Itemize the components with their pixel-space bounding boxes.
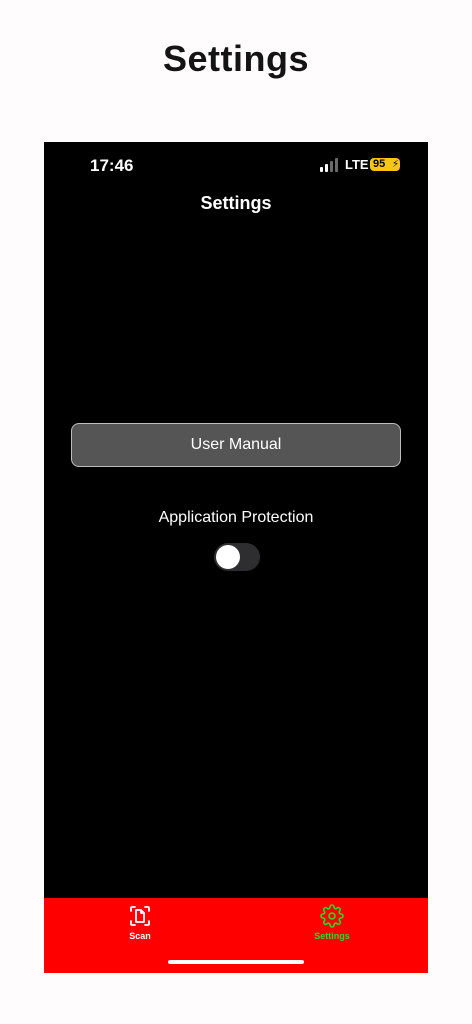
application-protection-toggle[interactable] <box>214 543 260 571</box>
status-time: 17:46 <box>90 156 134 175</box>
network-type: LTE <box>345 157 369 172</box>
gear-icon <box>320 904 344 928</box>
scan-document-icon <box>130 906 150 926</box>
signal-strength-icon <box>320 158 340 172</box>
application-protection-label: Application Protection <box>158 509 314 526</box>
charging-bolt-icon: ⚡ <box>391 159 399 170</box>
tab-bar: Scan Settings <box>44 898 428 973</box>
toggle-knob <box>216 545 240 569</box>
user-manual-button[interactable]: User Manual <box>71 423 401 467</box>
battery-icon: 95 ⚡ <box>370 158 400 171</box>
phone-screen: 17:46 LTE 95 ⚡ Settings User Manual Appli… <box>44 142 428 973</box>
page-heading: Settings <box>162 38 309 79</box>
battery-level: 95 <box>373 158 386 170</box>
tab-settings[interactable]: Settings <box>292 904 372 941</box>
tab-scan[interactable]: Scan <box>100 904 180 941</box>
screen-title: Settings <box>200 193 272 213</box>
tab-scan-label: Scan <box>129 931 151 941</box>
status-bar: 17:46 LTE 95 ⚡ <box>44 142 428 188</box>
tab-settings-label: Settings <box>314 931 350 941</box>
home-indicator[interactable] <box>168 960 304 964</box>
